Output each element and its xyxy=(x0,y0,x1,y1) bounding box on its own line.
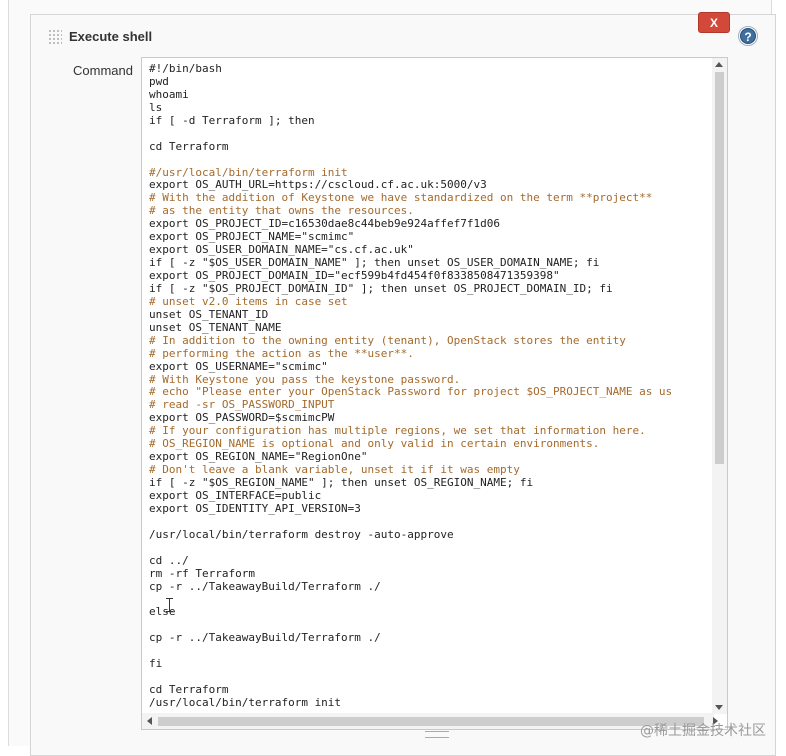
command-code[interactable]: #!/bin/bash pwd whoami ls if [ -d Terraform … xyxy=(149,63,709,710)
scroll-left-arrow-icon[interactable] xyxy=(147,717,152,725)
help-icon[interactable]: ? xyxy=(738,26,758,46)
code-line: # performing the action as the **user**. xyxy=(149,346,414,360)
code-line: export OS_USERNAME="scmimc" xyxy=(149,359,328,373)
code-line: unset OS_TENANT_ID xyxy=(149,307,269,321)
command-label: Command xyxy=(73,63,133,78)
code-line: cd Terraform xyxy=(149,683,229,696)
code-line: unset OS_TENANT_NAME xyxy=(149,320,282,334)
code-line: export OS_INTERFACE=public xyxy=(149,488,322,502)
scroll-up-arrow-icon[interactable] xyxy=(715,62,723,67)
code-line: cp -r ../TakeawayBuild/Terraform ./ xyxy=(149,631,381,645)
code-line: whoami xyxy=(149,87,189,101)
code-line: # In addition to the owning entity (tena… xyxy=(149,333,626,347)
code-line: fi xyxy=(149,657,163,671)
code-line: /usr/local/bin/terraform init xyxy=(149,695,342,709)
delete-step-button[interactable]: X xyxy=(698,12,730,33)
code-line: else xyxy=(149,605,176,619)
vertical-scrollbar[interactable] xyxy=(712,58,727,714)
textarea-resize-grip[interactable] xyxy=(425,731,449,738)
code-line: cd Terraform xyxy=(149,139,229,153)
code-line: cd ../ xyxy=(149,553,189,567)
text-cursor-icon xyxy=(166,598,173,612)
code-line: export OS_IDENTITY_API_VERSION=3 xyxy=(149,501,361,515)
vertical-scroll-thumb[interactable] xyxy=(715,72,724,464)
code-line: ls xyxy=(149,100,163,114)
watermark: @稀土掘金技术社区 xyxy=(640,723,766,739)
code-line: rm -rf Terraform xyxy=(149,566,255,580)
code-line: export OS_PROJECT_DOMAIN_ID="ecf599b4fd4… xyxy=(149,269,560,282)
code-line: pwd xyxy=(149,74,169,88)
horizontal-scroll-thumb[interactable] xyxy=(158,717,704,726)
code-line: # unset v2.0 items in case set xyxy=(149,294,348,308)
section-title: Execute shell xyxy=(69,29,153,44)
code-line: if [ -z "$OS_PROJECT_DOMAIN_ID" ]; then … xyxy=(149,281,613,295)
code-line: if [ -d Terraform ]; then xyxy=(149,113,315,127)
drag-handle-icon[interactable] xyxy=(48,29,62,45)
code-line: /usr/local/bin/terraform destroy -auto-a… xyxy=(149,527,454,541)
code-line: cp -r ../TakeawayBuild/Terraform ./ xyxy=(149,579,381,593)
scroll-down-arrow-icon[interactable] xyxy=(715,705,723,710)
code-line: #!/bin/bash xyxy=(149,63,222,75)
code-line: if [ -z "$OS_REGION_NAME" ]; then unset … xyxy=(149,476,534,489)
horizontal-scrollbar[interactable] xyxy=(142,713,718,729)
command-textarea[interactable]: #!/bin/bash pwd whoami ls if [ -d Terraform … xyxy=(141,57,728,730)
